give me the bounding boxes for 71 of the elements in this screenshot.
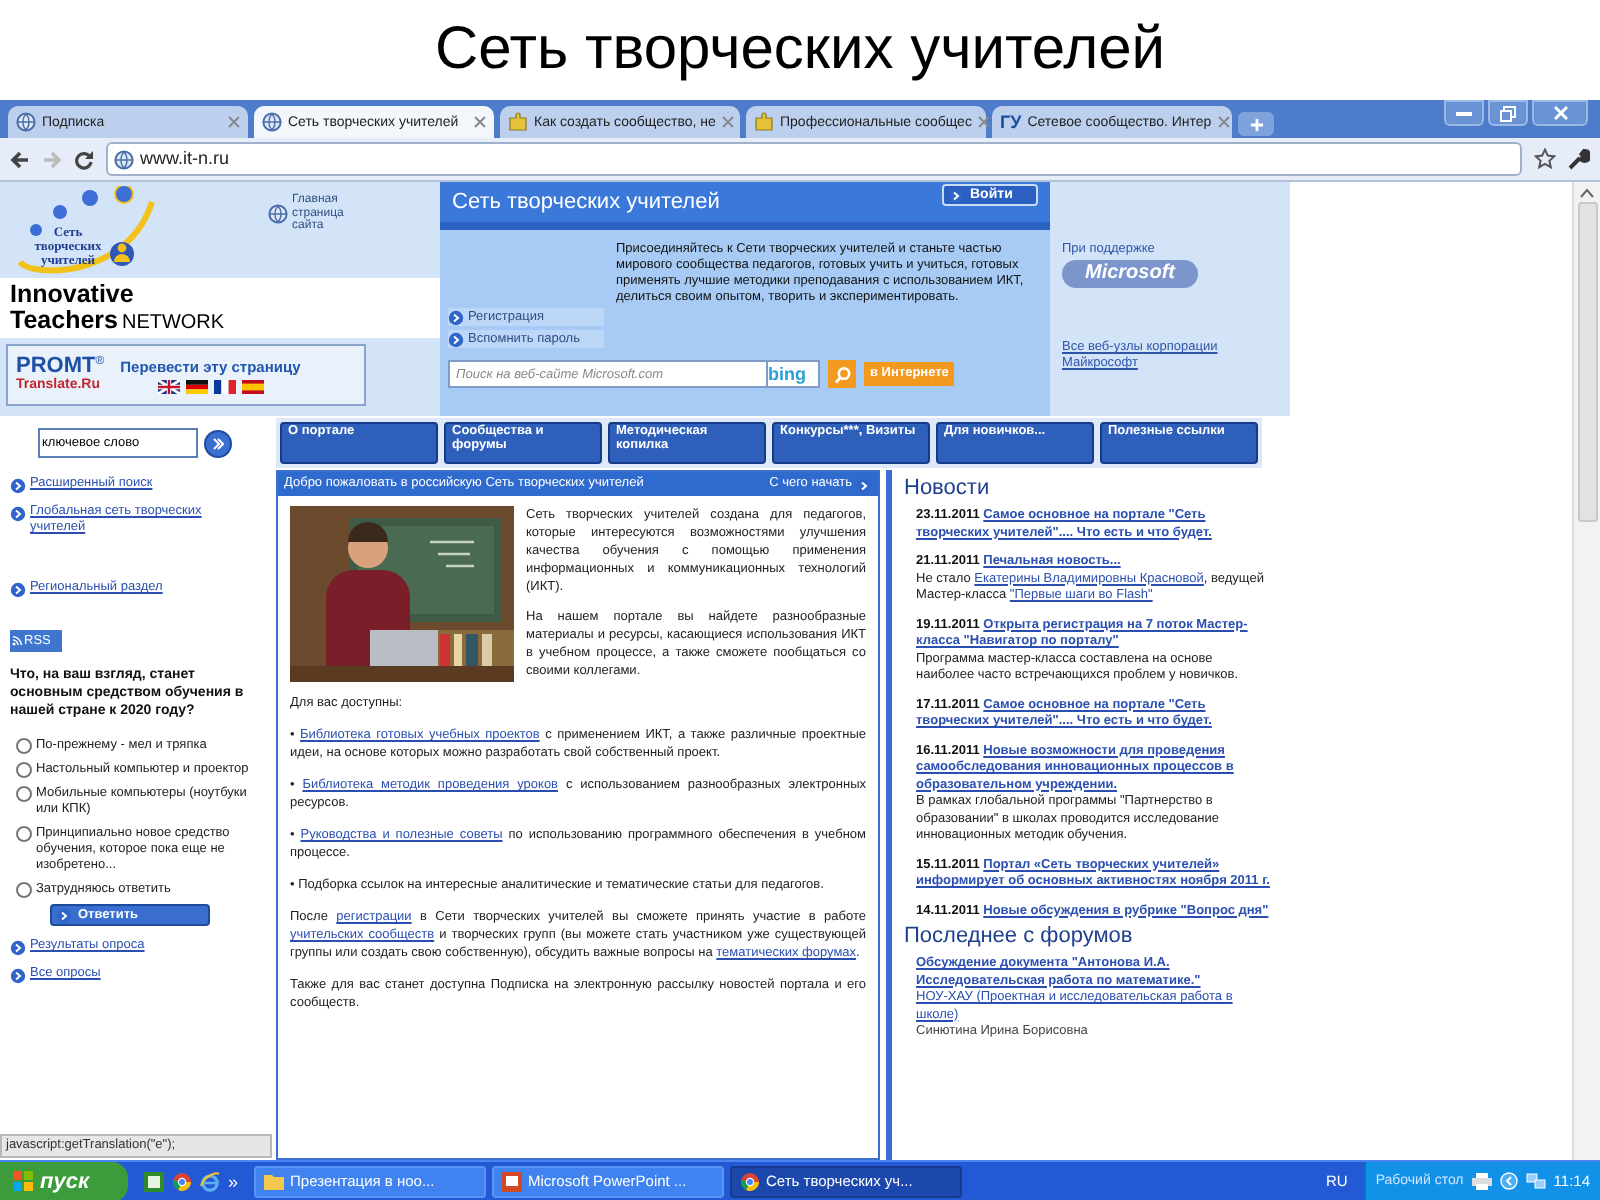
arrow-bullet-icon [10,582,26,598]
arrow-bullet-icon [56,908,72,924]
microsoft-logo: Microsoft [1062,260,1198,288]
brand-title: Teachers [10,308,118,334]
search-icon [833,365,851,383]
arrow-bullet-icon [448,332,464,348]
radio-button[interactable] [16,738,32,754]
minimize-icon [1456,111,1472,115]
close-icon[interactable] [228,116,240,128]
radio-button[interactable] [16,786,32,802]
network-icon[interactable] [1525,1172,1546,1190]
promt-logo: PROMT [16,356,96,378]
slides-icon [502,1171,523,1191]
go-button[interactable] [204,429,232,457]
expand-tray-icon[interactable] [1499,1172,1518,1190]
globe-icon [262,112,282,132]
reload-icon[interactable] [74,149,94,169]
close-icon[interactable] [977,116,990,128]
browser-icon [740,1171,761,1191]
plus-icon [1249,117,1263,131]
back-icon[interactable] [10,149,30,169]
globe-icon [16,112,36,132]
puzzle-icon [508,112,528,132]
address-bar[interactable]: www.it-n.ru [106,142,1522,176]
close-button[interactable] [1532,100,1588,126]
browser-icon[interactable] [172,1171,192,1191]
radio-button[interactable] [16,762,32,778]
flag-icon[interactable] [157,379,180,393]
search-brand: bing [768,360,820,388]
scroll-up-icon[interactable] [1580,188,1594,198]
wrench-icon[interactable] [1568,148,1590,170]
rss-icon [12,636,22,646]
close-icon[interactable] [721,116,734,128]
scrollbar-thumb[interactable] [1577,202,1597,522]
printer-icon[interactable] [1471,1172,1492,1190]
restore-icon [1500,105,1516,121]
globe-icon [114,149,134,169]
chevron-icon [212,437,224,449]
windows-flag-icon [12,1170,34,1192]
brand-subtitle: NETWORK [121,312,225,334]
panel-title: Сеть творческих учителей [452,189,720,215]
minimize-button[interactable] [1444,100,1484,126]
ie-icon[interactable] [200,1171,220,1191]
forums-heading: Последнее с форумов [904,924,1135,950]
arrow-bullet-icon [10,968,26,984]
new-tab-button[interactable] [1238,112,1274,136]
arrow-bullet-icon [10,940,26,956]
folder-icon [264,1172,285,1190]
app-icon[interactable] [144,1171,164,1191]
start-button[interactable]: пуск [0,1161,128,1200]
puzzle-icon [754,112,774,132]
brand-title: Innovative [10,282,136,308]
close-icon [1553,106,1567,120]
star-icon[interactable] [1534,148,1556,170]
radio-button[interactable] [16,826,32,842]
flag-icon[interactable] [185,379,208,393]
site-letters: ГУ [1000,112,1022,132]
restore-button[interactable] [1488,100,1528,126]
arrow-bullet-icon [10,478,26,494]
more-arrows[interactable]: » [228,1171,239,1191]
arrow-bullet-icon [448,310,464,326]
close-icon[interactable] [1217,116,1230,128]
globe-icon [268,203,288,224]
close-icon[interactable] [474,116,486,128]
scrollbar[interactable] [1572,182,1600,1160]
flag-icon[interactable] [213,379,236,393]
arrow-bullet-icon [948,188,964,204]
news-heading: Новости [904,476,992,502]
slide-title: Сеть творческих учителей [434,14,1166,86]
arrow-bullet-icon [10,506,26,522]
radio-button[interactable] [16,882,32,898]
